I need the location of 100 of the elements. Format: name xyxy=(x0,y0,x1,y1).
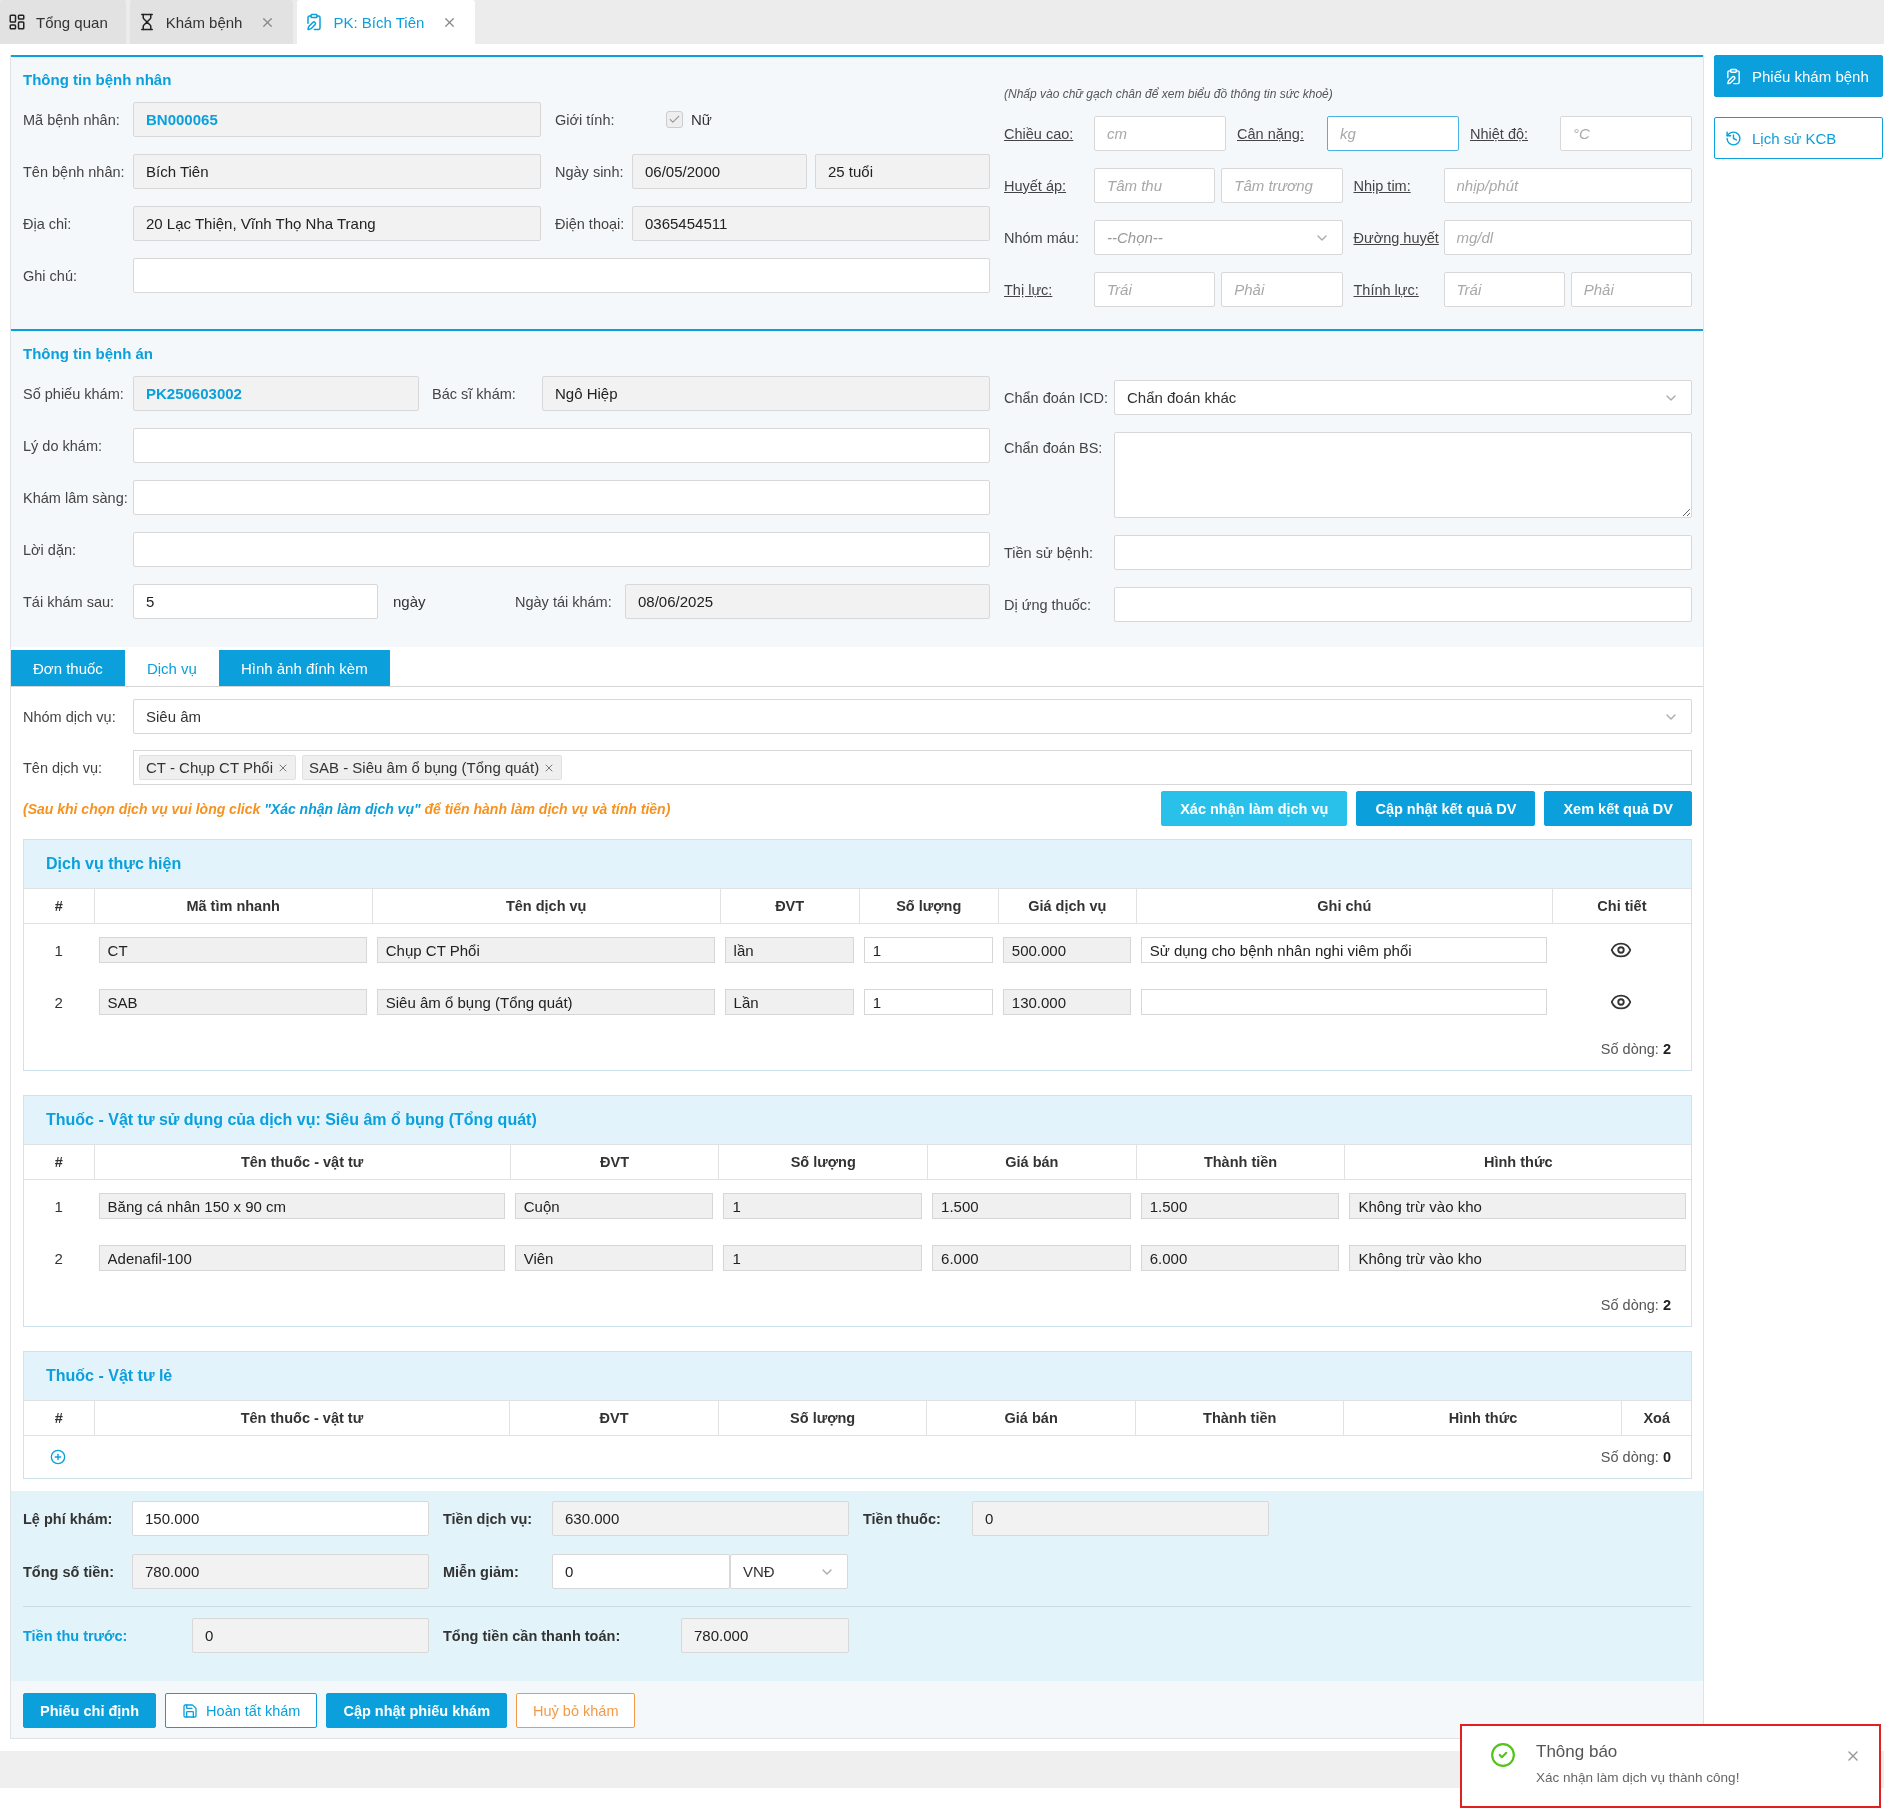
input-field[interactable] xyxy=(133,258,990,293)
cell-input[interactable]: Cuộn xyxy=(514,1193,714,1219)
unit-label: ngày xyxy=(393,593,427,610)
field-label: Lý do khám: xyxy=(23,437,103,454)
row-number: 1 xyxy=(54,1197,63,1215)
cell-input[interactable]: 1.500 xyxy=(932,1193,1131,1219)
cell-input[interactable]: 1 xyxy=(723,1193,923,1219)
field-label: Địa chỉ: xyxy=(23,215,73,232)
input-field[interactable] xyxy=(133,532,990,567)
cell-input[interactable]: Chụp CT Phổi xyxy=(376,937,715,963)
input-field[interactable]: 630.000 xyxy=(552,1501,849,1536)
field-label: Tiền thuốc: xyxy=(863,1510,942,1527)
cell-input[interactable]: Adenafil-100 xyxy=(98,1245,505,1271)
chart-link[interactable]: Thính lực: xyxy=(1353,281,1438,298)
cell-input[interactable]: SAB xyxy=(98,989,367,1015)
cell-input[interactable]: 130.000 xyxy=(1002,989,1131,1015)
field-label: Chẩn đoán ICD: xyxy=(1004,389,1109,406)
text-area[interactable] xyxy=(1114,432,1692,518)
input-field[interactable]: Bích Tiên xyxy=(133,154,541,189)
add-icon[interactable] xyxy=(50,1449,66,1465)
input-field[interactable] xyxy=(1114,535,1692,570)
cell-input[interactable] xyxy=(1140,989,1547,1015)
input-field[interactable]: Trái xyxy=(1094,272,1216,307)
input-field[interactable]: Trái xyxy=(1443,272,1565,307)
input-field[interactable]: 25 tuổi xyxy=(815,154,990,189)
input-field[interactable]: Phải xyxy=(1570,272,1692,307)
tab[interactable]: Tổng quan xyxy=(0,0,126,44)
cell-input[interactable]: 1 xyxy=(863,989,993,1015)
input-field[interactable]: 06/05/2000 xyxy=(632,154,807,189)
input-field[interactable]: 150.000 xyxy=(132,1501,429,1536)
chart-link[interactable]: Thị lực: xyxy=(1004,281,1088,298)
row-count: Số dòng: 0 xyxy=(1600,1449,1671,1465)
select-field[interactable]: Chẩn đoán khác xyxy=(1114,380,1692,415)
input-field[interactable]: 780.000 xyxy=(681,1618,849,1653)
input-field[interactable] xyxy=(1114,587,1692,622)
clipboard-icon xyxy=(1725,67,1742,85)
chart-link[interactable]: Nhiệt độ: xyxy=(1470,125,1554,142)
field-label: Tổng số tiền: xyxy=(23,1563,115,1580)
input-field[interactable]: Ngô Hiệp xyxy=(542,376,990,411)
chart-link[interactable]: Huyết áp: xyxy=(1004,177,1088,194)
service-tag[interactable]: CT - Chụp CT Phổi xyxy=(139,755,296,780)
field-label: Nhóm máu: xyxy=(1004,229,1080,246)
select-field[interactable]: Siêu âm xyxy=(133,699,1692,734)
cell-input[interactable]: 6.000 xyxy=(932,1245,1131,1271)
input-field[interactable]: 0 xyxy=(972,1501,1269,1536)
chart-link[interactable]: Đường huyết xyxy=(1353,229,1438,246)
checkbox[interactable] xyxy=(666,111,683,128)
column-header: Giá bán xyxy=(927,1144,1136,1180)
column-header: Hình thức xyxy=(1343,1400,1622,1436)
cell-input[interactable]: Không trừ vào kho xyxy=(1349,1245,1686,1271)
cell-input[interactable]: Băng cá nhân 150 x 90 cm xyxy=(98,1193,505,1219)
row-number: 1 xyxy=(54,941,63,959)
input-field[interactable]: 0 xyxy=(552,1554,730,1589)
input-field[interactable]: 0 xyxy=(192,1618,429,1653)
input-field[interactable]: °C xyxy=(1560,116,1692,151)
cell-input[interactable]: Siêu âm ổ bụng (Tổng quát) xyxy=(376,989,715,1015)
column-header: Số lượng xyxy=(717,1400,927,1436)
input-field[interactable]: 08/06/2025 xyxy=(625,584,990,619)
field-label: Tiền sử bệnh: xyxy=(1004,544,1094,561)
chart-link[interactable]: Chiều cao: xyxy=(1004,125,1088,142)
input-field[interactable]: Tâm trương xyxy=(1221,168,1343,203)
tag-field[interactable]: CT - Chụp CT Phổi SAB - Siêu âm ổ bụng (Tổng quát) xyxy=(133,750,1692,785)
cell-input[interactable]: Không trừ vào kho xyxy=(1349,1193,1686,1219)
history-icon xyxy=(1725,129,1742,147)
input-field[interactable]: Phải xyxy=(1221,272,1343,307)
input-field[interactable]: 0365454511 xyxy=(632,206,990,241)
service-tag[interactable]: SAB - Siêu âm ổ bụng (Tổng quát) xyxy=(302,755,563,780)
tab[interactable]: Khám bệnh xyxy=(129,0,294,44)
column-header: ĐVT xyxy=(509,1144,719,1180)
input-field[interactable]: nhịp/phút xyxy=(1443,168,1692,203)
cell-input[interactable]: 1.500 xyxy=(1140,1193,1340,1219)
cell-input[interactable]: CT xyxy=(98,937,367,963)
select-field[interactable]: VNĐ xyxy=(730,1554,848,1589)
cell-input[interactable]: 1 xyxy=(863,937,993,963)
input-field[interactable]: cm xyxy=(1094,116,1226,151)
cell-input[interactable]: Viên xyxy=(514,1245,714,1271)
chart-link[interactable]: Cân nặng: xyxy=(1237,125,1321,142)
cell-input[interactable]: lần xyxy=(724,937,854,963)
input-field[interactable]: Tâm thu xyxy=(1094,168,1216,203)
input-field[interactable] xyxy=(133,428,990,463)
cell-input[interactable]: Sử dụng cho bệnh nhân nghi viêm phổi xyxy=(1140,937,1547,963)
input-field[interactable]: kg xyxy=(1327,116,1459,151)
cell-input[interactable]: Lần xyxy=(724,989,854,1015)
chart-link[interactable]: Nhịp tim: xyxy=(1353,177,1438,194)
field-label: Giới tính: xyxy=(555,111,616,128)
dashboard-icon xyxy=(8,13,26,31)
cell-input[interactable]: 1 xyxy=(723,1245,923,1271)
toast-message: Xác nhận làm dịch vụ thành công! xyxy=(1536,1770,1741,1785)
input-field[interactable]: mg/dl xyxy=(1443,220,1692,255)
field-label: Miễn giảm: xyxy=(443,1563,520,1580)
input-field[interactable]: 20 Lạc Thiện, Vĩnh Thọ Nha Trang xyxy=(133,206,541,241)
input-field[interactable] xyxy=(133,480,990,515)
column-header: Mã tìm nhanh xyxy=(93,888,372,924)
column-header: # xyxy=(24,1400,94,1436)
input-field[interactable]: 780.000 xyxy=(132,1554,429,1589)
input-field[interactable]: 5 xyxy=(133,584,378,619)
cell-input[interactable]: 6.000 xyxy=(1140,1245,1340,1271)
success-icon xyxy=(1490,1742,1516,1768)
column-header: ĐVT xyxy=(719,888,859,924)
cell-input[interactable]: 500.000 xyxy=(1002,937,1131,963)
